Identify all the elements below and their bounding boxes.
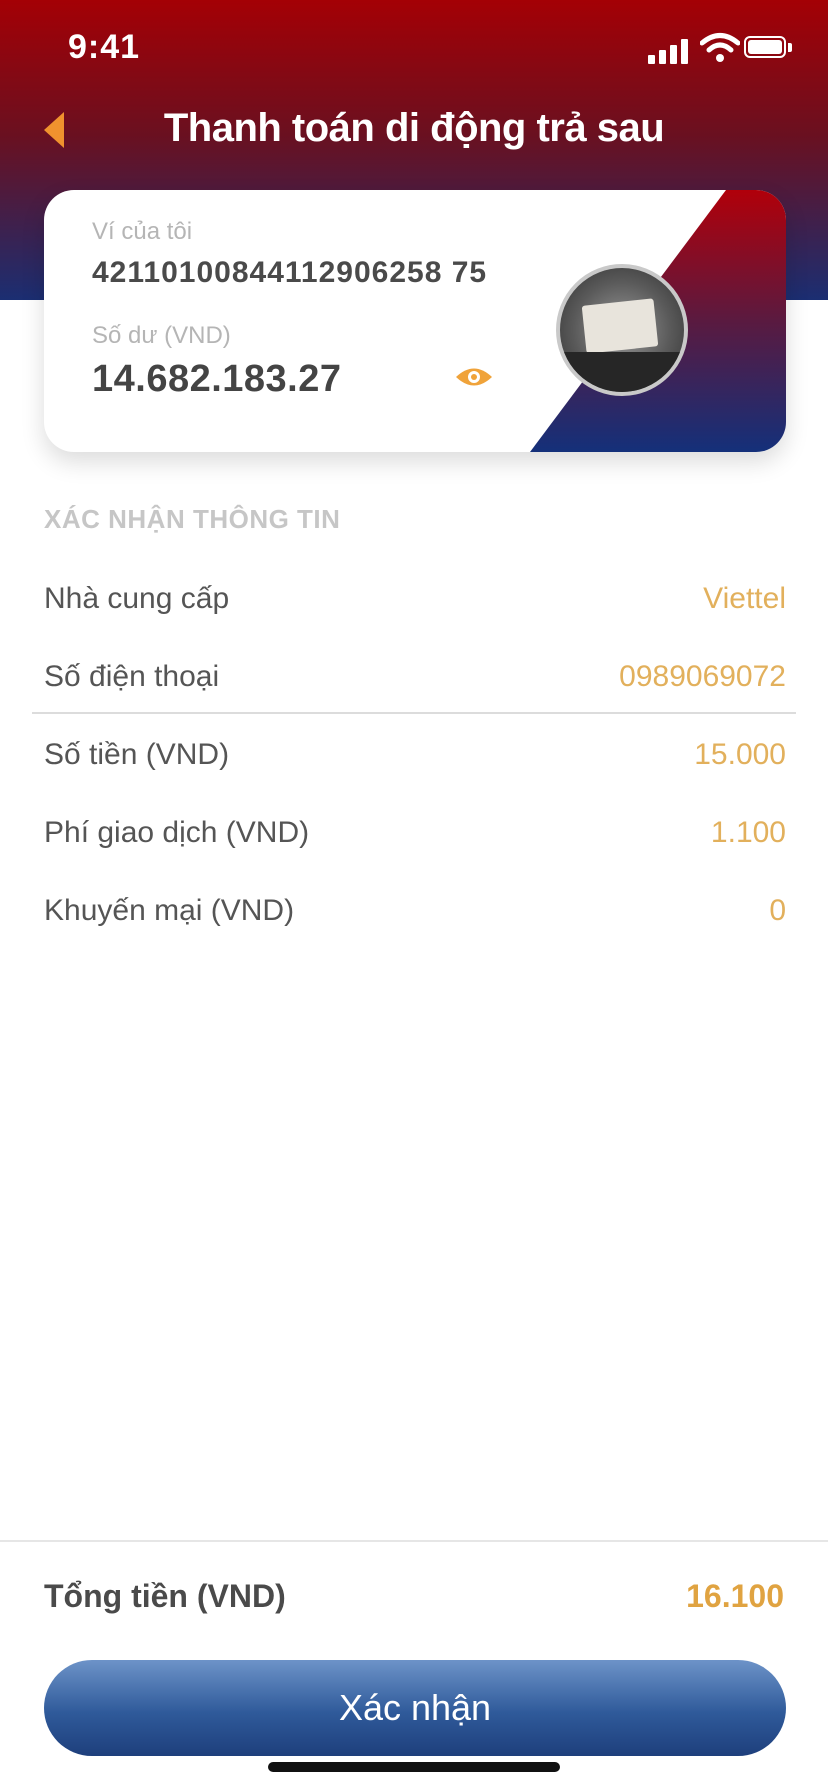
row-label: Nhà cung cấp [44,582,230,615]
page-title: Thanh toán di động trả sau [163,106,665,150]
account-number: 42110100844112906258 75 [92,256,488,289]
wallet-card: Ví của tôi 42110100844112906258 75 Số dư… [44,190,786,452]
wifi-icon [700,33,740,62]
balance-label: Số dư (VND) [92,322,231,349]
info-row-provider: Nhà cung cấp Viettel [44,582,786,626]
section-title: XÁC NHẬN THÔNG TIN [44,504,341,534]
row-label: Số tiền (VND) [44,738,230,771]
row-label: Số điện thoại [44,660,220,693]
total-label: Tổng tiền (VND) [44,1578,286,1614]
row-value: 0989069072 [619,660,786,693]
row-value: 1.100 [710,816,786,849]
status-time: 9:41 [68,28,141,66]
navigation-bar: Thanh toán di động trả sau [0,100,828,160]
signal-icon [648,38,690,64]
eye-icon[interactable] [454,360,494,394]
row-value: Viettel [703,582,786,615]
row-value: 0 [769,894,786,927]
status-bar: 9:41 [0,0,828,100]
row-value: 15.000 [694,738,786,771]
wallet-label: Ví của tôi [92,218,193,245]
info-row-phone: Số điện thoại 0989069072 [44,660,786,704]
row-label: Phí giao dịch (VND) [44,816,310,849]
battery-icon [744,36,794,62]
info-row-amount: Số tiền (VND) 15.000 [44,738,786,782]
footer-divider [0,1540,828,1542]
total-value: 16.100 [686,1578,784,1614]
divider [32,712,796,714]
row-label: Khuyến mại (VND) [44,894,295,927]
home-indicator [268,1762,560,1772]
avatar-image[interactable] [556,264,688,396]
info-row-promotion: Khuyến mại (VND) 0 [44,894,786,938]
confirm-button[interactable]: Xác nhận [44,1660,786,1756]
balance-amount: 14.682.183.27 [92,358,342,400]
info-row-fee: Phí giao dịch (VND) 1.100 [44,816,786,860]
